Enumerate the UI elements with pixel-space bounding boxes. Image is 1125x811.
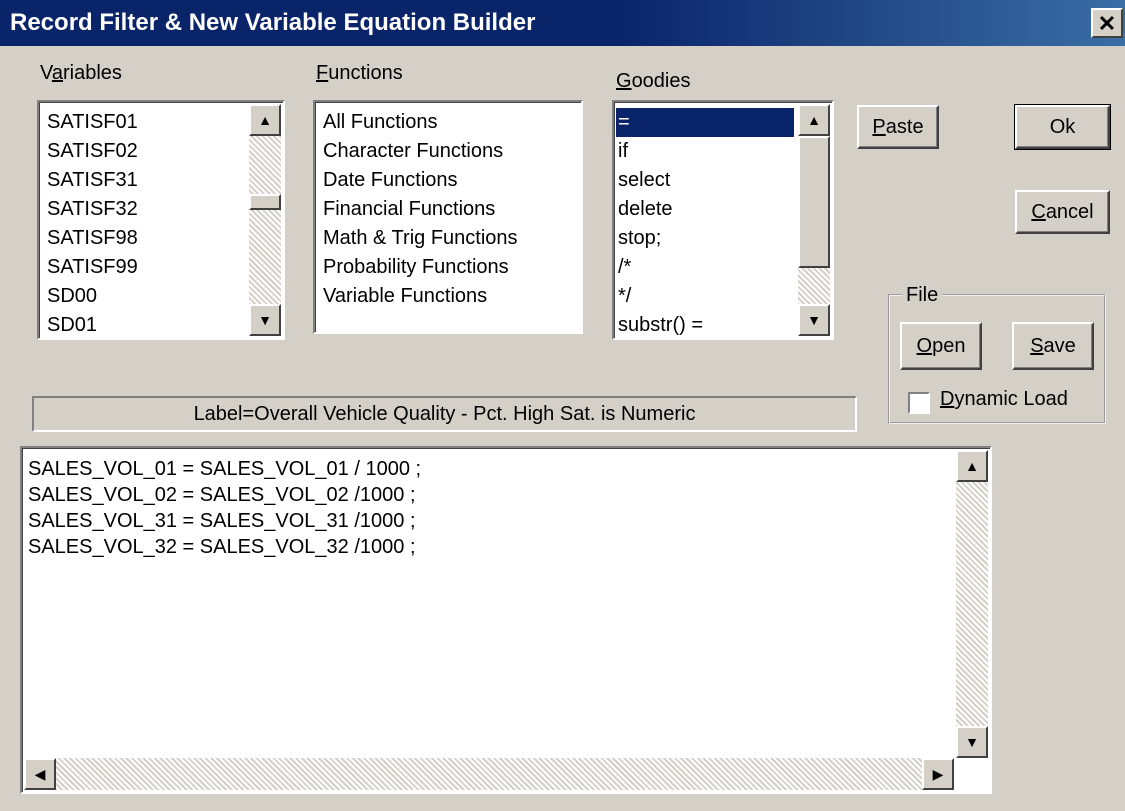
functions-list: All Functions Character Functions Date Fun… — [321, 108, 520, 311]
variable-info-status: Label=Overall Vehicle Quality - Pct. Hig… — [32, 396, 857, 432]
goodies-label: Goodies — [616, 70, 691, 92]
editor-line: SALES_VOL_31 = SALES_VOL_31 /1000 ; — [28, 510, 416, 532]
variables-label: Variables — [40, 62, 122, 84]
goodies-list: = if select delete stop;/* */substr() = — [616, 108, 794, 340]
list-item[interactable]: SD01 — [45, 311, 140, 340]
scroll-up-icon[interactable]: ▲ — [249, 104, 281, 136]
scroll-down-icon[interactable]: ▼ — [956, 726, 988, 758]
list-item[interactable]: delete — [616, 195, 794, 224]
cancel-button[interactable]: Cancel — [1015, 190, 1110, 234]
scroll-up-icon[interactable]: ▲ — [798, 104, 830, 136]
scroll-down-icon[interactable]: ▼ — [249, 304, 281, 336]
functions-label: Functions — [316, 62, 403, 84]
editor-line: SALES_VOL_02 = SALES_VOL_02 /1000 ; — [28, 484, 416, 506]
open-button[interactable]: Open — [900, 322, 982, 370]
list-item[interactable]: */ — [616, 282, 794, 311]
scroll-thumb[interactable] — [249, 194, 281, 210]
title-bar: Record Filter & New Variable Equation Bu… — [0, 0, 1125, 46]
list-item[interactable]: SATISF01 — [45, 108, 140, 137]
window-title: Record Filter & New Variable Equation Bu… — [10, 9, 536, 36]
close-icon[interactable]: ✕ — [1091, 8, 1123, 38]
list-item[interactable]: SATISF99 — [45, 253, 140, 282]
list-item[interactable]: Date Functions — [321, 166, 520, 195]
list-item[interactable]: All Functions — [321, 108, 520, 137]
variables-listbox[interactable]: SATISF01 SATISF02 SATISF31 SATISF32 SATISF98… — [37, 100, 285, 340]
list-item[interactable]: SATISF31 — [45, 166, 140, 195]
equation-editor[interactable]: SALES_VOL_01 = SALES_VOL_01 / 1000 ; SALE… — [20, 446, 992, 794]
list-item[interactable]: Probability Functions — [321, 253, 520, 282]
equation-text[interactable]: SALES_VOL_01 = SALES_VOL_01 / 1000 ; SALE… — [28, 456, 421, 560]
list-item[interactable]: SATISF98 — [45, 224, 140, 253]
list-item[interactable]: SATISF02 — [45, 137, 140, 166]
variables-list: SATISF01 SATISF02 SATISF31 SATISF32 SATISF98… — [45, 108, 140, 340]
scroll-right-icon[interactable]: ▶ — [922, 758, 954, 790]
editor-line: SALES_VOL_01 = SALES_VOL_01 / 1000 ; — [28, 458, 422, 480]
goodies-listbox[interactable]: = if select delete stop;/* */substr() = ▲ ▼ — [612, 100, 834, 340]
list-item[interactable]: Character Functions — [321, 137, 520, 166]
scroll-up-icon[interactable]: ▲ — [956, 450, 988, 482]
save-button[interactable]: Save — [1012, 322, 1094, 370]
list-item[interactable]: = — [616, 108, 794, 137]
scroll-down-icon[interactable]: ▼ — [798, 304, 830, 336]
editor-horizontal-scrollbar[interactable]: ◀ ▶ — [24, 758, 954, 790]
list-item[interactable]: Variable Functions — [321, 282, 520, 311]
paste-button[interactable]: Paste — [857, 105, 939, 149]
list-item[interactable]: stop; — [616, 224, 794, 253]
dynamic-load-checkbox[interactable] — [908, 392, 930, 414]
goodies-scrollbar[interactable]: ▲ ▼ — [798, 104, 830, 336]
list-item[interactable]: SD00 — [45, 282, 140, 311]
list-item[interactable]: /* — [616, 253, 794, 282]
list-item[interactable]: substr() = — [616, 311, 794, 340]
list-item[interactable]: if — [616, 137, 794, 166]
scroll-thumb[interactable] — [798, 136, 830, 268]
scroll-left-icon[interactable]: ◀ — [24, 758, 56, 790]
variables-scrollbar[interactable]: ▲ ▼ — [249, 104, 281, 336]
ok-button[interactable]: Ok — [1014, 104, 1111, 150]
dynamic-load-label[interactable]: Dynamic Load — [940, 388, 1068, 411]
editor-vertical-scrollbar[interactable]: ▲ ▼ — [956, 450, 988, 758]
list-item[interactable]: Math & Trig Functions — [321, 224, 520, 253]
file-group-label: File — [902, 284, 943, 307]
list-item[interactable]: select — [616, 166, 794, 195]
functions-listbox[interactable]: All Functions Character Functions Date Fun… — [313, 100, 583, 334]
editor-line: SALES_VOL_32 = SALES_VOL_32 /1000 ; — [28, 536, 416, 558]
list-item[interactable]: Financial Functions — [321, 195, 520, 224]
list-item[interactable]: SATISF32 — [45, 195, 140, 224]
